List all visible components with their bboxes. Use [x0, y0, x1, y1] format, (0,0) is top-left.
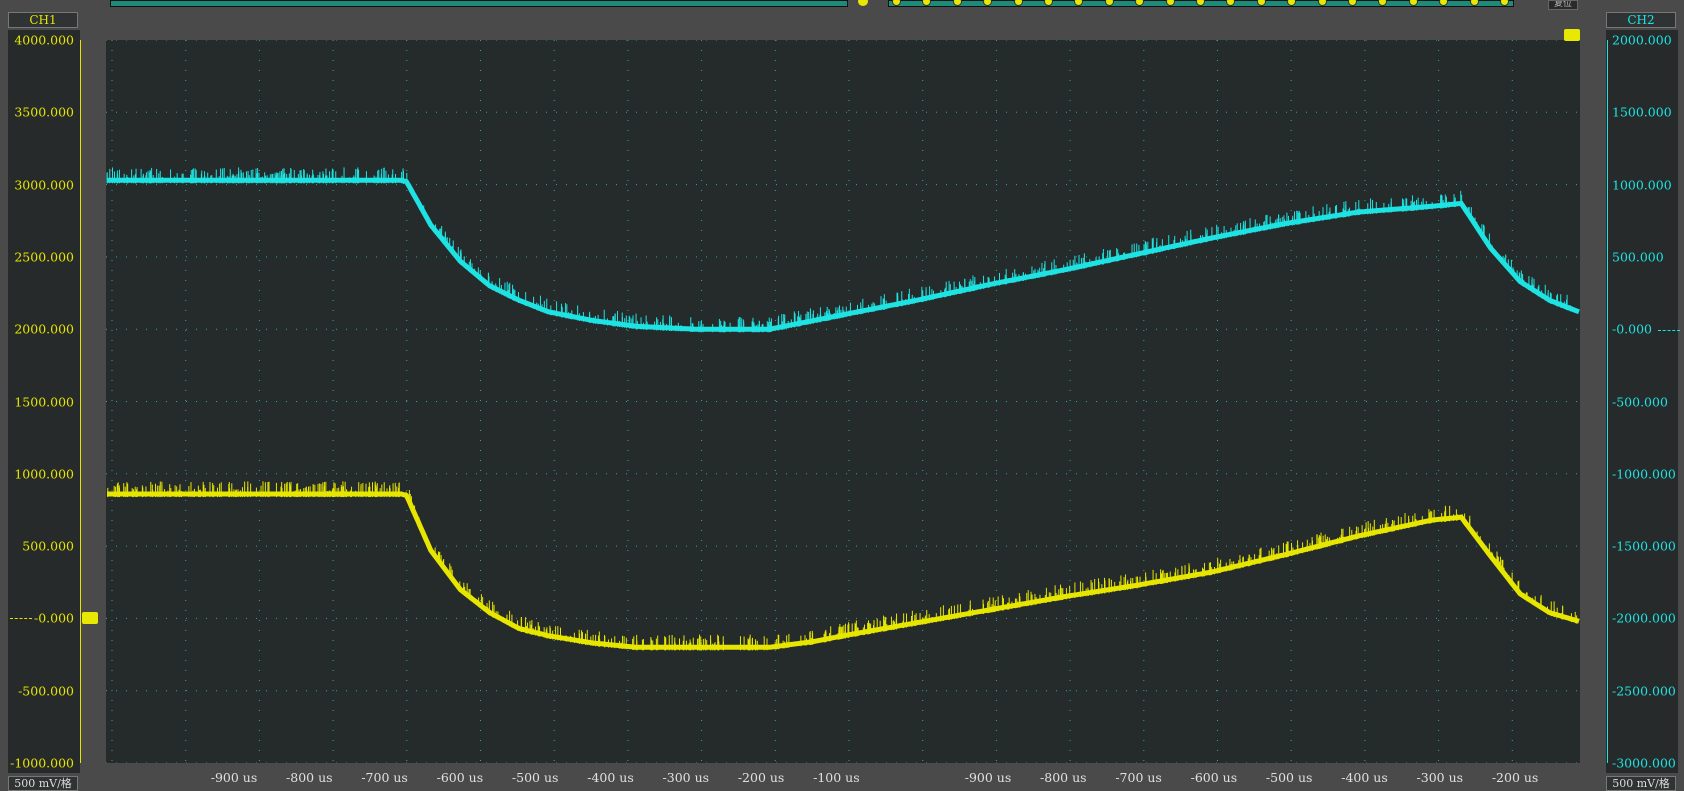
x-axis-tick-label: -400 us — [1341, 770, 1388, 785]
ch1-zero-level-marker-icon[interactable] — [82, 612, 98, 624]
left-axis-tick-label: 1500.000 — [14, 394, 74, 409]
x-axis-tick-label: -800 us — [286, 770, 333, 785]
series-ch2 — [106, 167, 1580, 333]
top-small-marker-icon[interactable] — [858, 0, 868, 6]
x-axis-tick-label: -500 us — [1265, 770, 1313, 785]
x-axis-tick-label: -500 us — [511, 770, 559, 785]
right-axis-tick-label: 500.000 — [1612, 249, 1664, 265]
waveform-svg — [106, 40, 1580, 763]
right-axis-tick-label: -1000.000 — [1612, 466, 1676, 482]
right-axis-tick-label: -0.000 — [1612, 321, 1653, 337]
left-axis-tick-label: 3000.000 — [14, 177, 74, 193]
ch2-label[interactable]: CH2 — [1606, 12, 1676, 28]
ch1-label[interactable]: CH1 — [8, 12, 78, 28]
trigger-marker-icon[interactable] — [1564, 29, 1580, 41]
x-axis-tick-label: -300 us — [1416, 770, 1464, 785]
x-axis-tick-label: -800 us — [1040, 770, 1087, 785]
x-axis-tick-label: -300 us — [662, 770, 710, 785]
right-axis-tick-label: 1000.000 — [1612, 177, 1672, 193]
left-axis-tick-label: 500.000 — [22, 538, 74, 554]
x-axis-tick-label: -900 us — [210, 770, 258, 785]
left-axis-tick-label: 2000.000 — [14, 321, 74, 337]
ch2-zero-dash — [1658, 330, 1680, 331]
left-axis-tick-label: 1000.000 — [14, 466, 74, 482]
right-axis-tick-label: -500.000 — [1612, 394, 1668, 409]
top-timeline-bar-left[interactable] — [110, 0, 848, 7]
right-axis-tick-label: 2000.000 — [1612, 32, 1672, 48]
reset-button[interactable]: 复位 — [1548, 0, 1578, 10]
x-axis-tick-label: -900 us — [964, 770, 1012, 785]
right-axis-tick-label: -3000.000 — [1612, 755, 1676, 771]
ch1-zero-dash — [10, 618, 32, 619]
series-ch1 — [107, 481, 1580, 651]
x-axis-tick-label: -600 us — [436, 770, 484, 785]
left-axis-tick-label: 3500.000 — [14, 104, 74, 120]
right-axis-line — [1607, 40, 1608, 763]
x-axis-tick-label: -200 us — [737, 770, 785, 785]
x-axis-tick-label: -700 us — [361, 770, 408, 785]
x-axis-tick-label: -400 us — [587, 770, 634, 785]
x-axis-tick-label: -200 us — [1491, 770, 1539, 785]
left-axis-tick-label: 2500.000 — [14, 249, 74, 265]
ch2-scale-label[interactable]: 500 mV/格 — [1606, 776, 1676, 791]
right-axis-tick-label: -2000.000 — [1612, 610, 1676, 626]
left-axis-tick-label: -1000.000 — [10, 755, 74, 771]
grid — [106, 40, 1580, 763]
right-axis-tick-label: 1500.000 — [1612, 104, 1672, 120]
right-axis-tick-label: -2500.000 — [1612, 683, 1676, 699]
waveform-trace — [107, 491, 1580, 650]
right-axis-tick-label: -1500.000 — [1612, 538, 1676, 554]
x-axis-tick-label: -600 us — [1190, 770, 1238, 785]
x-axis-tick-label: -100 us — [813, 770, 860, 785]
left-axis-line — [80, 40, 81, 763]
waveform-plot[interactable] — [106, 40, 1580, 763]
ch1-scale-label[interactable]: 500 mV/格 — [8, 776, 78, 791]
left-axis-tick-label: -500.000 — [18, 683, 74, 699]
x-axis-tick-label: -700 us — [1115, 770, 1162, 785]
left-axis-tick-label: 4000.000 — [14, 32, 74, 48]
